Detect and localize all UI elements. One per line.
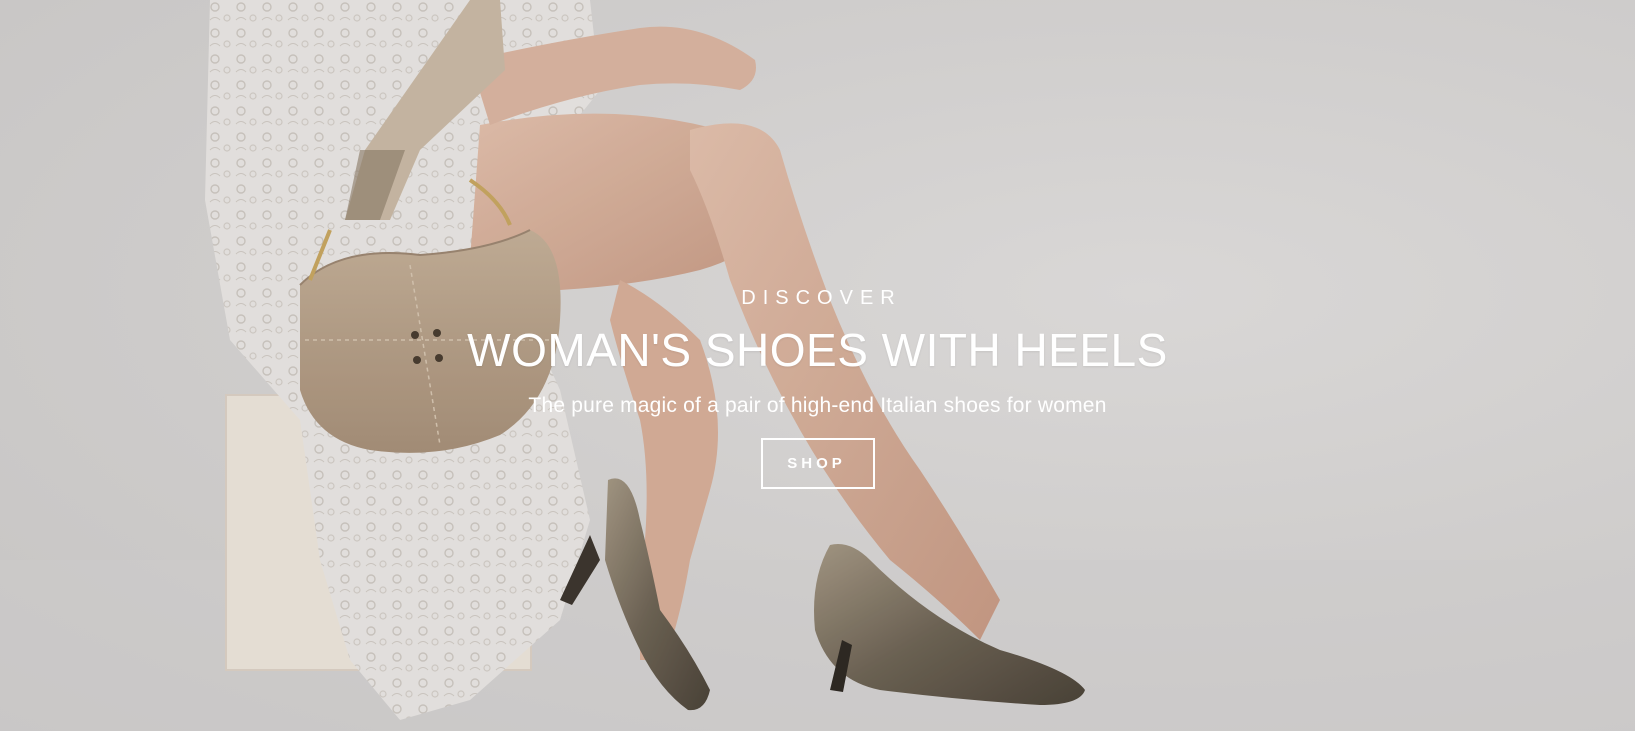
cta-wrapper: SHOP [0,438,1635,489]
hero-subtitle: The pure magic of a pair of high-end Ita… [528,394,1107,417]
hero-banner[interactable]: DISCOVER WOMAN'S SHOES WITH HEELS The pu… [0,0,1635,731]
hero-copy: DISCOVER WOMAN'S SHOES WITH HEELS The pu… [0,282,1635,489]
hero-title: WOMAN'S SHOES WITH HEELS [467,324,1168,376]
shop-button[interactable]: SHOP [760,438,875,489]
hero-eyebrow: DISCOVER [741,287,902,309]
